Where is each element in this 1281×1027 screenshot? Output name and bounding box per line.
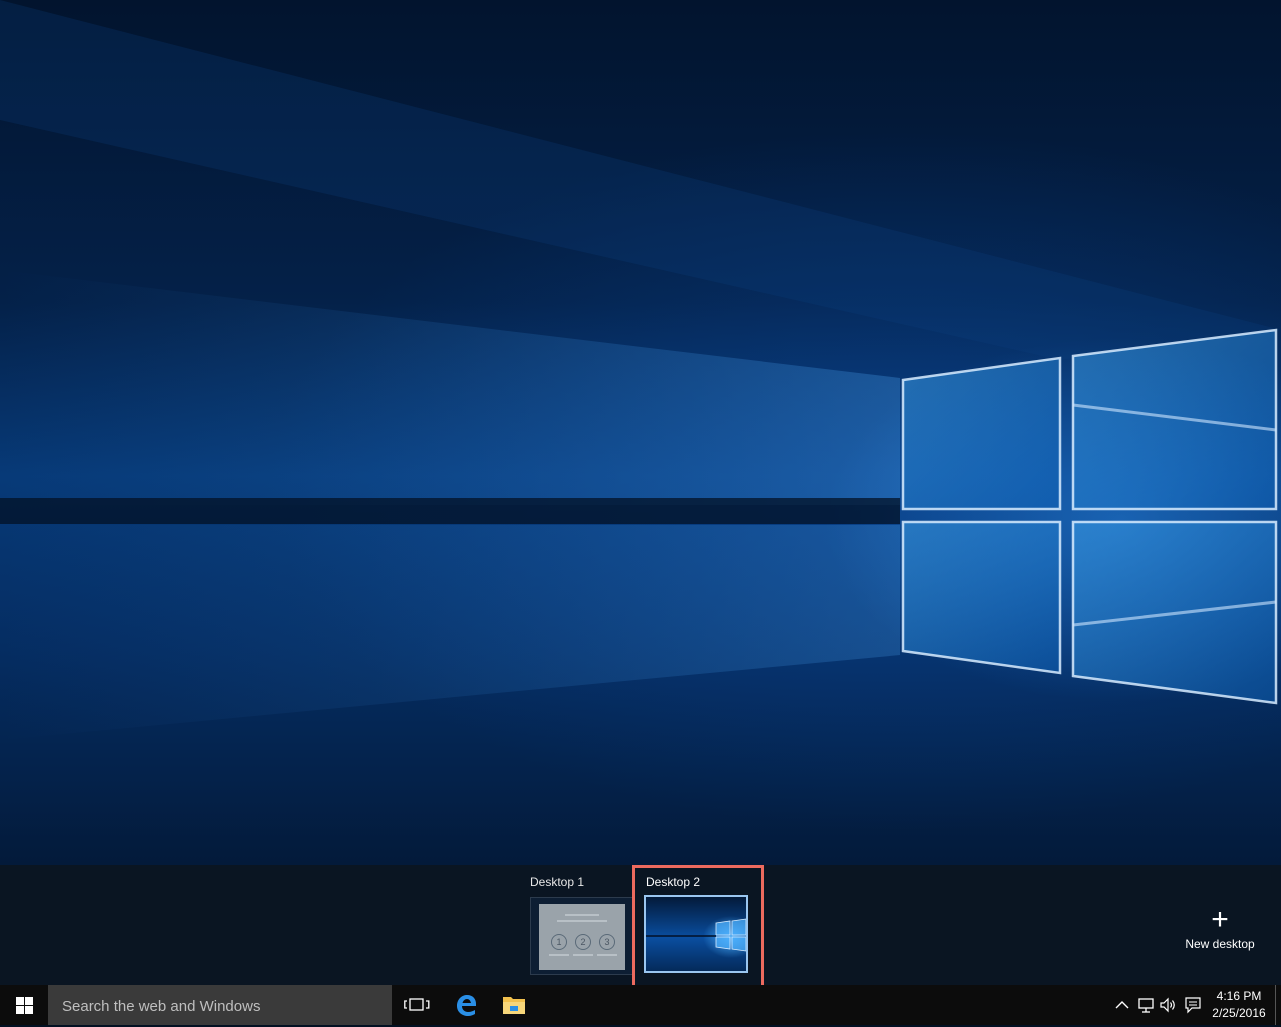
file-explorer-button[interactable] <box>490 985 538 1025</box>
edge-browser-button[interactable] <box>442 985 490 1025</box>
new-desktop-button[interactable]: + New desktop <box>1180 903 1260 952</box>
start-button[interactable] <box>0 985 48 1025</box>
edge-browser-icon <box>457 995 476 1016</box>
search-box[interactable] <box>48 985 392 1027</box>
volume-icon[interactable] <box>1158 995 1178 1015</box>
step-3-badge: 3 <box>599 934 615 950</box>
step-2-badge: 2 <box>575 934 591 950</box>
desktop-2-item[interactable]: Desktop 2 <box>632 865 764 993</box>
action-center-icon[interactable] <box>1183 995 1203 1015</box>
step-1-badge: 1 <box>551 934 567 950</box>
desktop-1-label: Desktop 1 <box>530 875 585 889</box>
clock-date: 2/25/2016 <box>1212 1006 1266 1020</box>
folder-icon <box>503 997 525 1014</box>
task-view-strip: Desktop 1 1 2 3 Desktop 2 + New desktop <box>0 865 1281 993</box>
wallpaper-mini-icon <box>646 918 746 952</box>
desktop-1-window-preview: 1 2 3 <box>539 904 625 970</box>
clock[interactable]: 4:16 PM 2/25/2016 <box>1206 988 1272 1022</box>
new-desktop-label: New desktop <box>1185 937 1255 951</box>
plus-icon: + <box>1211 903 1229 936</box>
clock-time: 4:16 PM <box>1216 989 1262 1003</box>
network-icon[interactable] <box>1136 995 1156 1015</box>
desktop-2-label: Desktop 2 <box>646 875 701 889</box>
show-desktop-button[interactable] <box>1275 985 1281 1025</box>
desktop-2-thumbnail[interactable] <box>644 895 748 973</box>
task-view-icon <box>404 998 430 1011</box>
desktop-wallpaper <box>0 0 1281 865</box>
windows-logo-icon <box>16 997 33 1014</box>
taskbar: 4:16 PM 2/25/2016 <box>0 985 1281 1027</box>
windows-logo-light-wallpaper <box>0 0 1281 740</box>
chevron-up-icon[interactable] <box>1112 995 1132 1015</box>
search-input[interactable] <box>60 985 384 1027</box>
desktop-1-thumbnail[interactable]: 1 2 3 <box>530 897 634 975</box>
task-view-button[interactable] <box>392 985 440 1025</box>
